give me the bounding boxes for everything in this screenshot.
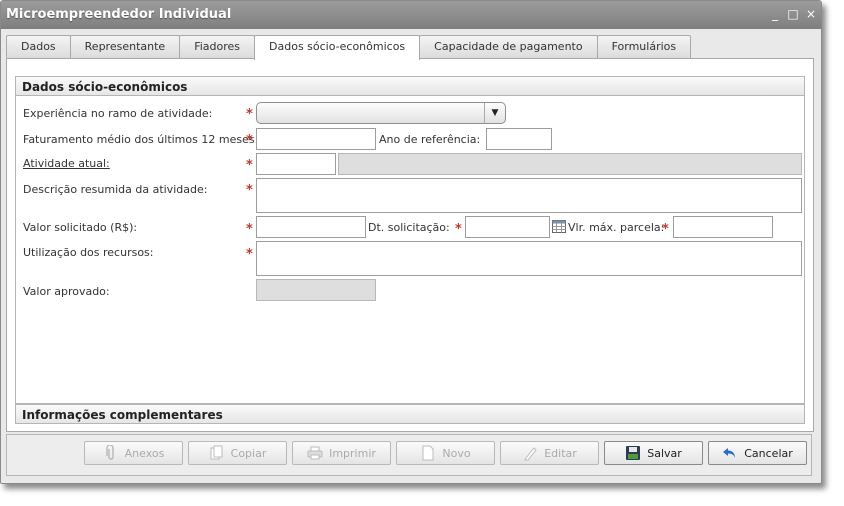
section-body-socio-economicos: Experiência no ramo de atividade: * ▼ Fa… <box>15 96 805 404</box>
editar-label: Editar <box>544 446 577 460</box>
title-bar[interactable]: Microempreendedor Individual _ □ × <box>1 1 821 29</box>
save-icon <box>625 445 641 461</box>
label-valor-solicitado: Valor solicitado (R$): <box>23 221 138 234</box>
copiar-label: Copiar <box>230 446 267 460</box>
required-marker: * <box>246 158 253 173</box>
required-marker: * <box>246 222 253 237</box>
dt-solicitacao-input[interactable] <box>465 216 550 238</box>
faturamento-input[interactable] <box>256 128 376 150</box>
label-valor-aprovado: Valor aprovado: <box>23 285 110 298</box>
editar-button[interactable]: Editar <box>500 441 599 465</box>
window-title: Microempreendedor Individual <box>6 7 232 22</box>
copy-icon <box>209 445 225 461</box>
experiencia-select[interactable]: ▼ <box>256 102 506 124</box>
tab-dados-socio-economicos[interactable]: Dados sócio-econômicos <box>254 35 421 60</box>
vlr-max-parcela-input[interactable] <box>673 216 773 238</box>
valor-aprovado-display <box>256 279 376 301</box>
tab-dados[interactable]: Dados <box>6 35 71 58</box>
tab-panel: Dados sócio-econômicos Experiência no ra… <box>6 58 814 432</box>
novo-label: Novo <box>442 446 471 460</box>
pencil-icon <box>522 445 538 461</box>
valor-solicitado-input[interactable] <box>256 216 366 238</box>
copiar-button[interactable]: Copiar <box>188 441 287 465</box>
ano-referencia-input[interactable] <box>486 128 552 150</box>
salvar-label: Salvar <box>647 446 682 460</box>
descricao-textarea[interactable] <box>256 178 802 213</box>
required-marker: * <box>246 133 253 148</box>
required-marker: * <box>246 107 253 122</box>
label-utilizacao: Utilização dos recursos: <box>23 246 154 259</box>
minimize-button[interactable]: _ <box>769 7 781 21</box>
link-atividade-atual[interactable]: Atividade atual: <box>23 157 110 170</box>
section-header-informacoes-complementares[interactable]: Informações complementares <box>15 404 805 424</box>
section-header-socio-economicos[interactable]: Dados sócio-econômicos <box>15 76 805 96</box>
utilizacao-textarea[interactable] <box>256 241 802 276</box>
maximize-button[interactable]: □ <box>787 7 799 21</box>
cancelar-button[interactable]: Cancelar <box>708 441 807 465</box>
calendar-icon[interactable] <box>552 220 566 233</box>
clip-icon <box>103 445 119 461</box>
tab-bar: Dados Representante Fiadores Dados sócio… <box>6 35 692 60</box>
label-faturamento: Faturamento médio dos últimos 12 meses: <box>23 133 259 146</box>
label-dt-solicitacao: Dt. solicitação: <box>368 221 450 234</box>
imprimir-button[interactable]: Imprimir <box>292 441 391 465</box>
label-vlr-max-parcela: Vlr. máx. parcela: <box>568 221 665 234</box>
label-experiencia: Experiência no ramo de atividade: <box>23 107 213 120</box>
atividade-descricao-display <box>338 153 802 175</box>
salvar-button[interactable]: Salvar <box>604 441 703 465</box>
label-descricao: Descrição resumida da atividade: <box>23 183 208 196</box>
button-bar: Anexos Copiar Imprimir Novo Editar Salva… <box>6 434 812 476</box>
undo-icon <box>722 445 738 461</box>
anexos-label: Anexos <box>124 446 165 460</box>
label-ano-referencia: Ano de referência: <box>379 133 481 146</box>
tab-formularios[interactable]: Formulários <box>596 35 692 58</box>
imprimir-label: Imprimir <box>329 446 376 460</box>
close-button[interactable]: × <box>805 7 817 21</box>
chevron-down-icon[interactable]: ▼ <box>484 103 505 123</box>
required-marker: * <box>455 222 462 237</box>
cancelar-label: Cancelar <box>744 446 793 460</box>
required-marker: * <box>246 247 253 262</box>
printer-icon <box>307 445 323 461</box>
main-window: Microempreendedor Individual _ □ × Dados… <box>0 0 822 484</box>
tab-representante[interactable]: Representante <box>69 35 181 58</box>
required-marker: * <box>662 222 669 237</box>
required-marker: * <box>246 183 253 198</box>
tab-fiadores[interactable]: Fiadores <box>179 35 256 58</box>
new-document-icon <box>420 445 436 461</box>
tab-capacidade-pagamento[interactable]: Capacidade de pagamento <box>419 35 598 58</box>
novo-button[interactable]: Novo <box>396 441 495 465</box>
atividade-codigo-input[interactable] <box>256 153 336 175</box>
anexos-button[interactable]: Anexos <box>84 441 183 465</box>
